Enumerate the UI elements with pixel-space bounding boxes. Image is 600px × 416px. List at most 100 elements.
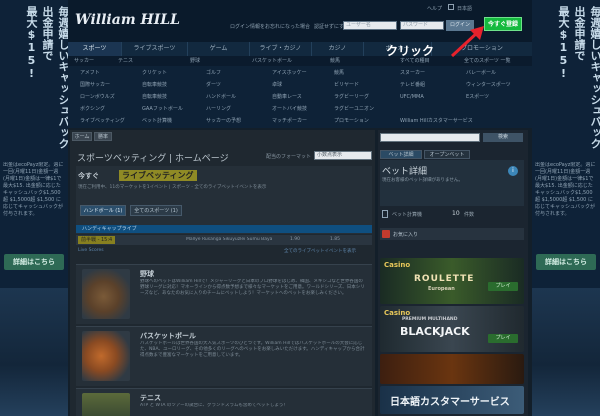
- menu-item[interactable]: 自転車競技: [142, 80, 167, 90]
- menu-item[interactable]: ベット計算機: [142, 116, 172, 126]
- banner-terms: 出金はecoPayz限定。週に一回(月曜11日)金額一週(月曜1日)金額は一律$…: [535, 162, 596, 217]
- favorites-icon: [382, 230, 390, 238]
- sport-block-tennis[interactable]: テニス ATP と WTA のツアーの試合に、グランドスラムも含めてベットしよう…: [76, 388, 372, 416]
- sidebar-search-input[interactable]: [380, 133, 480, 142]
- nav-sports[interactable]: スポーツ: [68, 42, 122, 56]
- menu-item[interactable]: UFC/MMA: [400, 92, 424, 102]
- menu-item[interactable]: マッチポーカー: [272, 116, 307, 126]
- menu-item[interactable]: 国際サッカー: [80, 80, 110, 90]
- favorites-label: お気に入り: [393, 232, 419, 238]
- promo-label: Casino: [384, 261, 411, 269]
- sidebar-search-button[interactable]: 検索: [483, 133, 523, 142]
- promo-customer-service[interactable]: 日本語カスタマーサービス: [380, 386, 524, 414]
- click-callout: クリック: [386, 44, 435, 58]
- menu-item[interactable]: ダーツ: [206, 80, 221, 90]
- tab-odds[interactable]: 勝率: [94, 132, 112, 141]
- menu-item[interactable]: クリケット: [142, 68, 167, 78]
- menu-item[interactable]: バスケットボール: [252, 56, 292, 66]
- filter-all-sports[interactable]: 全てのスポーツ (1): [130, 205, 182, 216]
- left-promo-banner: 毎週嬉しいキャッシュバック 出金申請で 最大$15! 出金はecoPayz限定。…: [0, 0, 70, 416]
- sport-title[interactable]: テニス: [140, 393, 161, 403]
- menu-item[interactable]: スヌーカー: [400, 68, 425, 78]
- forgot-login-link[interactable]: ログイン情報をお忘れになった場合: [230, 23, 310, 30]
- menu-item[interactable]: 自動車レース: [272, 92, 302, 102]
- filter-handball[interactable]: ハンドボール (1): [80, 205, 126, 216]
- live-scores-link[interactable]: Live Scores: [78, 248, 104, 253]
- promo-roulette[interactable]: Casino ROULETTE European プレイ: [380, 258, 524, 304]
- nav-live-sports[interactable]: ライブスポーツ: [122, 42, 188, 56]
- match-name[interactable]: Mallye Rusanga Sikuyuzlei Sumu Bayakalpu…: [186, 237, 272, 242]
- banner-details-button[interactable]: 詳細はこちら: [536, 254, 596, 270]
- odds-format-label: 配当のフォーマット: [266, 154, 312, 160]
- tab-bet-slip[interactable]: ベット詳細: [380, 150, 422, 159]
- right-promo-banner: 毎週嬉しいキャッシュバック 出金申請で 最大$15! 出金はecoPayz限定。…: [532, 0, 600, 416]
- menu-item[interactable]: ボクシング: [80, 104, 105, 114]
- menu-item[interactable]: ライブベッティング: [80, 116, 125, 126]
- menu-item[interactable]: GAAフットボール: [142, 104, 183, 114]
- flag-icon: [448, 4, 454, 10]
- menu-item[interactable]: 野球: [190, 56, 200, 66]
- nav-casino[interactable]: カジノ: [312, 42, 364, 56]
- section-title-now: 今すぐ: [78, 172, 99, 180]
- menu-item[interactable]: オートバイ競技: [272, 104, 307, 114]
- william-hill-logo[interactable]: William HILL: [75, 12, 191, 34]
- sport-title[interactable]: 野球: [140, 269, 154, 279]
- basketball-image: [82, 331, 130, 381]
- promo-play-button[interactable]: プレイ: [488, 282, 518, 291]
- sport-description: 野球へのベットはWilliam Hillで！メジャーリーグと日本のプロ野球をはじ…: [140, 279, 365, 296]
- menu-item[interactable]: ビリヤード: [334, 80, 359, 90]
- sport-block-baseball[interactable]: 野球 野球へのベットはWilliam Hillで！メジャーリーグと日本のプロ野球…: [76, 264, 372, 324]
- info-icon[interactable]: i: [508, 166, 518, 176]
- menu-item[interactable]: ラグビーユニオン: [334, 104, 374, 114]
- language-select[interactable]: 日本語: [457, 5, 472, 12]
- tab-open-bets[interactable]: オープンベット: [424, 150, 470, 159]
- tab-home[interactable]: ホーム: [72, 132, 92, 141]
- banner-terms: 出金はecoPayz限定。週に一回(月曜11日)金額一週(月曜1日)金額は一律$…: [3, 162, 64, 217]
- menu-item[interactable]: テレビ番組: [400, 80, 425, 90]
- username-input[interactable]: ユーザー名: [343, 21, 397, 30]
- menu-item[interactable]: テニス: [118, 56, 133, 66]
- promo-blackjack[interactable]: Casino PREMIUM MULTIHAND BLACKJACK プレイ: [380, 306, 524, 352]
- menu-item[interactable]: William Hillカスタマーサービス: [400, 116, 473, 126]
- odds-format-select[interactable]: 小数点表示: [314, 151, 372, 160]
- menu-item[interactable]: バレーボール: [466, 68, 496, 78]
- menu-item[interactable]: 競馬: [330, 56, 340, 66]
- menu-item[interactable]: ゴルフ: [206, 68, 221, 78]
- tennis-image: [82, 393, 130, 416]
- password-input[interactable]: パスワード: [400, 21, 444, 30]
- menu-item[interactable]: 自転車競技: [142, 92, 167, 102]
- nav-games[interactable]: ゲーム: [188, 42, 250, 56]
- menu-item[interactable]: ウィンタースポーツ: [466, 80, 511, 90]
- odds-home[interactable]: 1.90: [290, 237, 300, 242]
- all-live-events-link[interactable]: 全てのライブベットイベントを表示: [284, 248, 356, 254]
- menu-item[interactable]: ラグビーリーグ: [334, 92, 369, 102]
- customer-service-label: 日本語カスタマーサービス: [390, 397, 510, 408]
- menu-item[interactable]: ハンドボール: [206, 92, 236, 102]
- menu-item[interactable]: アメフト: [80, 68, 100, 78]
- menu-item[interactable]: ハーリング: [206, 104, 231, 114]
- sport-title[interactable]: バスケットボール: [140, 331, 196, 341]
- bet-slip-title: ベット詳細: [382, 167, 428, 177]
- promo-play-button[interactable]: プレイ: [488, 334, 518, 343]
- promo-banner[interactable]: [380, 354, 524, 384]
- sports-mega-menu: サッカー テニス 野球 バスケットボール 競馬 すべての種目 全てのスポーツ 一…: [68, 56, 532, 128]
- nav-live-casino[interactable]: ライブ・カジノ: [250, 42, 312, 56]
- page-title: スポーツベッティング | ホームページ: [77, 154, 229, 164]
- menu-item[interactable]: サッカー: [74, 56, 94, 66]
- odds-away[interactable]: 1.85: [330, 237, 340, 242]
- menu-item[interactable]: ローンボウルズ: [80, 92, 115, 102]
- menu-item[interactable]: サッカーの予想: [206, 116, 241, 126]
- menu-item[interactable]: 卓球: [272, 80, 282, 90]
- sport-block-basketball[interactable]: バスケットボール バスケットボールは世界各国の大人気スポーツのひとつです。Wil…: [76, 326, 372, 386]
- menu-item[interactable]: プロモーション: [334, 116, 369, 126]
- promo-name: BLACKJACK: [400, 325, 470, 338]
- promo-name: ROULETTE: [414, 274, 475, 284]
- banner-details-button[interactable]: 詳細はこちら: [4, 254, 64, 270]
- menu-item[interactable]: Eスポーツ: [466, 92, 489, 102]
- live-events-link[interactable]: 現在ご利用中、11のマーケットを1イベント | スポーツ - 全てのライブベット…: [78, 184, 266, 190]
- bet-calculator-label[interactable]: ベット計算機: [392, 211, 422, 218]
- help-link[interactable]: ヘルプ: [427, 5, 442, 12]
- menu-item[interactable]: アイスホッケー: [272, 68, 307, 78]
- menu-item[interactable]: 競馬: [334, 68, 344, 78]
- sport-description: ATP と WTA のツアーの試合に、グランドスラムも含めてベットしよう！: [140, 403, 288, 408]
